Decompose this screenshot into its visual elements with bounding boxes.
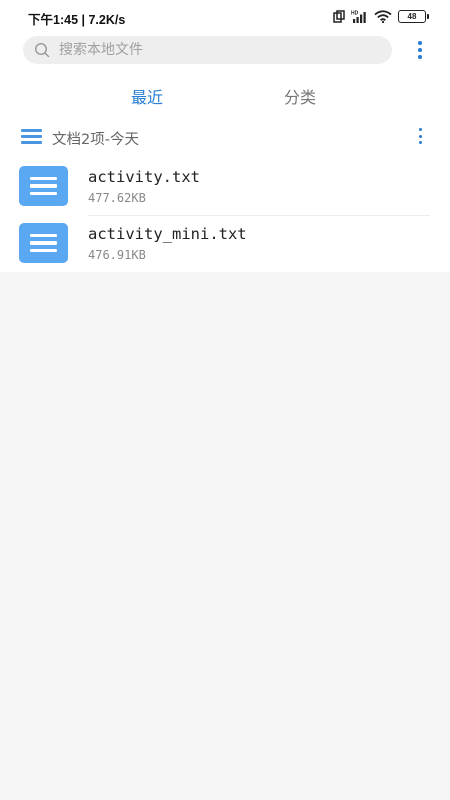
document-icon (19, 223, 68, 263)
file-size: 476.91KB (88, 248, 146, 262)
tab-category[interactable]: 分类 (284, 84, 316, 108)
svg-text:HD: HD (351, 11, 359, 17)
status-icons: HD 48 (333, 9, 429, 24)
sim-card-icon (333, 10, 345, 23)
section-more-icon[interactable] (410, 124, 430, 148)
file-row[interactable]: activity.txt 477.62KB (0, 159, 450, 215)
file-size: 477.62KB (88, 191, 146, 205)
list-menu-icon (21, 129, 42, 144)
status-bar: 下午1:45 | 7.2K/s HD 48 (0, 0, 450, 32)
status-time: 下午1:45 | 7.2K/s (28, 13, 126, 27)
section-title: 文档2项-今天 (52, 132, 139, 148)
file-name: activity_mini.txt (88, 225, 247, 243)
file-row[interactable]: activity_mini.txt 476.91KB (0, 216, 450, 272)
top-panel: 下午1:45 | 7.2K/s HD 48 搜索本地文件 最近 分类 文档2项-… (0, 0, 450, 272)
search-icon (34, 42, 50, 58)
battery-icon: 48 (398, 10, 429, 23)
signal-icon: HD (351, 11, 366, 23)
search-input[interactable] (59, 42, 359, 58)
search-bar[interactable] (23, 36, 392, 64)
document-icon (19, 166, 68, 206)
wifi-icon (374, 10, 392, 23)
more-options-icon[interactable] (410, 38, 430, 62)
tab-recent[interactable]: 最近 (131, 84, 163, 108)
file-name: activity.txt (88, 168, 200, 186)
